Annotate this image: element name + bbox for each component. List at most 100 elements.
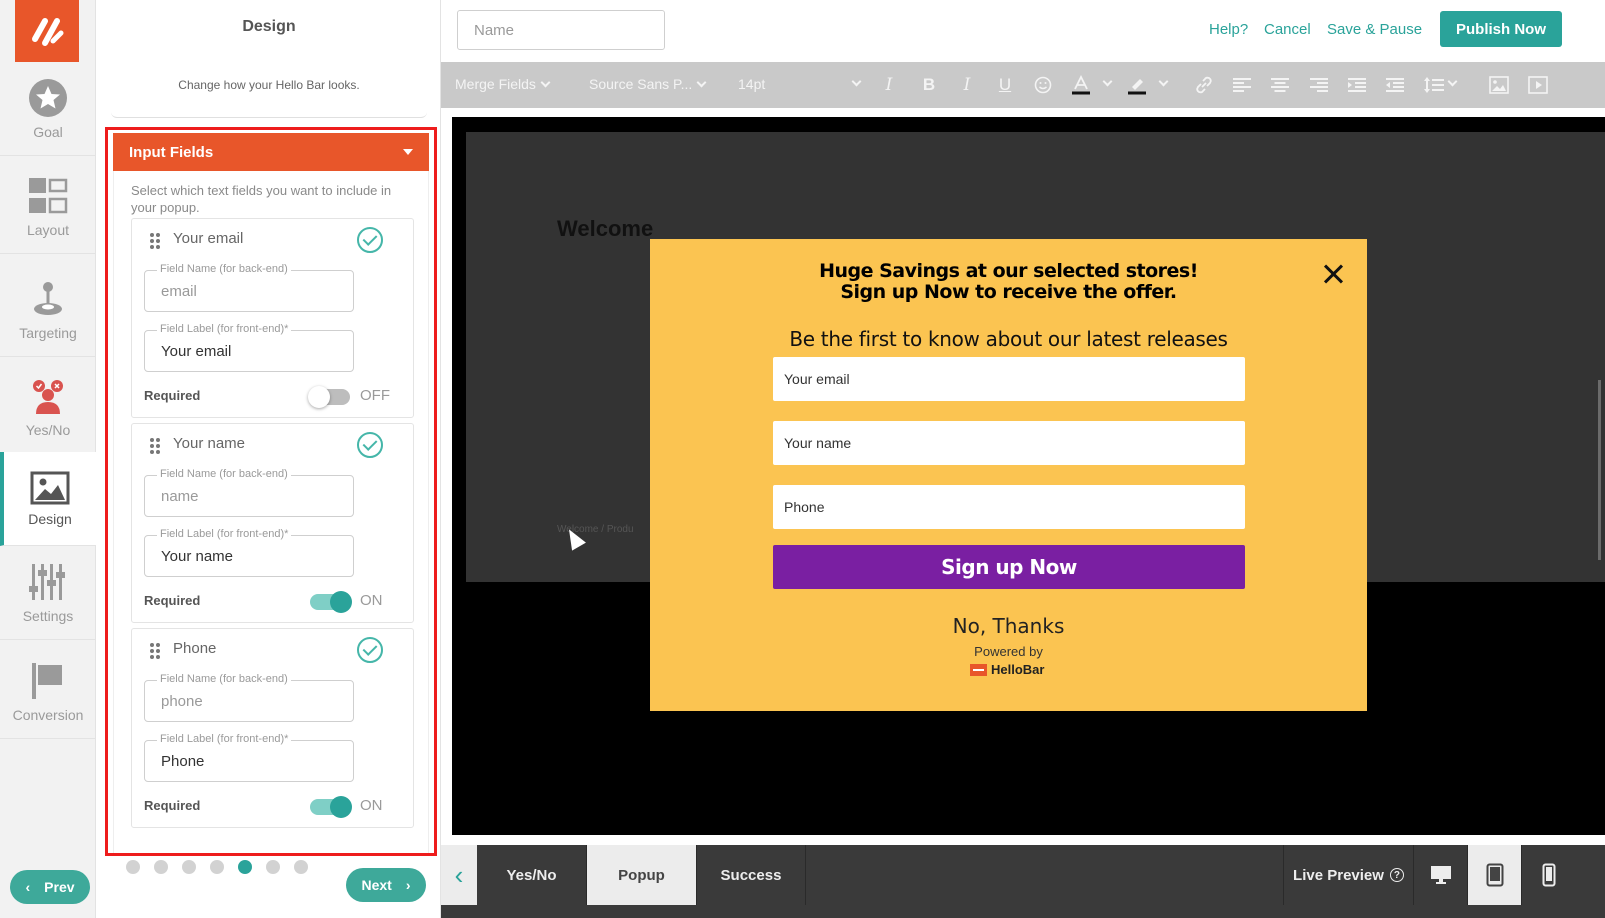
- step-dot[interactable]: [266, 860, 280, 874]
- popup-email-field[interactable]: Your email: [773, 357, 1245, 401]
- tablet-view-button[interactable]: [1468, 845, 1522, 905]
- panel-title: Design: [242, 18, 296, 35]
- insert-image-icon[interactable]: [1489, 75, 1509, 95]
- nav-item-yes-no[interactable]: Yes/No: [0, 360, 96, 454]
- tab-success[interactable]: Success: [697, 845, 806, 905]
- signup-button[interactable]: Sign up Now: [773, 545, 1245, 589]
- field-name-caption: Field Name (for back-end): [157, 468, 291, 480]
- field-name-input[interactable]: Field Name (for back-end) name: [144, 468, 354, 517]
- text-color-icon[interactable]: [1071, 75, 1091, 95]
- chevron-down-icon[interactable]: [851, 76, 862, 87]
- drag-handle-icon[interactable]: [150, 233, 160, 249]
- chevron-down-icon[interactable]: [1447, 76, 1458, 87]
- chevron-down-icon[interactable]: [1158, 76, 1169, 87]
- font-family-dropdown[interactable]: Source Sans P...: [589, 76, 707, 92]
- canvas-scrollbar[interactable]: [1598, 380, 1601, 560]
- field-card-name: Your name Field Name (for back-end) name…: [131, 423, 414, 623]
- align-center-icon[interactable]: [1270, 75, 1290, 95]
- popup-subheadline[interactable]: Be the first to know about our latest re…: [650, 327, 1367, 351]
- desktop-view-button[interactable]: [1414, 845, 1468, 905]
- field-label-value: Phone: [161, 753, 205, 770]
- emoji-icon[interactable]: [1033, 75, 1053, 95]
- outdent-icon[interactable]: [1385, 75, 1405, 95]
- publish-now-button[interactable]: Publish Now: [1440, 11, 1562, 47]
- close-icon[interactable]: [1322, 263, 1344, 285]
- field-label-input[interactable]: Field Label (for front-end)* Phone: [144, 733, 354, 782]
- merge-fields-dropdown[interactable]: Merge Fields: [455, 76, 551, 92]
- link-icon[interactable]: [1194, 75, 1214, 95]
- panel-subtitle: Change how your Hello Bar looks.: [178, 78, 360, 92]
- popup-name-field[interactable]: Your name: [773, 421, 1245, 465]
- help-link[interactable]: Help?: [1209, 21, 1248, 38]
- cancel-link[interactable]: Cancel: [1264, 21, 1311, 38]
- hellobar-branding[interactable]: HelloBar: [970, 662, 1044, 677]
- drag-handle-icon[interactable]: [150, 438, 160, 454]
- nav-item-layout[interactable]: Layout: [0, 160, 96, 254]
- required-label: Required: [144, 593, 201, 608]
- campaign-name-input[interactable]: [457, 10, 665, 50]
- input-fields-section-header[interactable]: Input Fields: [113, 133, 429, 171]
- bold-icon[interactable]: B: [919, 75, 939, 95]
- app-logo[interactable]: [15, 0, 79, 62]
- hellobar-brand-name: HelloBar: [991, 662, 1045, 677]
- live-preview-button[interactable]: Live Preview ?: [1283, 845, 1414, 905]
- nav-item-goal[interactable]: Goal: [0, 62, 96, 156]
- left-nav: Goal Layout Targeting Yes/No Design Sett…: [0, 0, 96, 918]
- field-label-value: Your email: [161, 343, 232, 360]
- highlight-color-icon[interactable]: [1127, 75, 1147, 95]
- field-name-input[interactable]: Field Name (for back-end) email: [144, 263, 354, 312]
- underline-icon[interactable]: U: [995, 75, 1015, 95]
- mobile-view-button[interactable]: [1522, 845, 1576, 905]
- drag-handle-icon[interactable]: [150, 643, 160, 659]
- clear-format-icon[interactable]: I: [879, 75, 899, 95]
- chevron-down-icon[interactable]: [1102, 76, 1113, 87]
- align-left-icon[interactable]: [1232, 75, 1252, 95]
- nav-item-conversion[interactable]: Conversion: [0, 645, 96, 739]
- popup-preview[interactable]: Huge Savings at our selected stores! Sig…: [650, 239, 1367, 711]
- powered-by-text: Powered by: [974, 644, 1043, 659]
- field-name-input[interactable]: Field Name (for back-end) phone: [144, 673, 354, 722]
- field-name-value: email: [161, 283, 197, 300]
- tab-popup[interactable]: Popup: [587, 845, 697, 905]
- required-toggle[interactable]: [310, 796, 352, 818]
- line-height-icon[interactable]: [1424, 75, 1444, 95]
- no-thanks-link[interactable]: No, Thanks: [650, 614, 1367, 638]
- prev-button[interactable]: ‹ Prev: [10, 870, 90, 904]
- indent-icon[interactable]: [1347, 75, 1367, 95]
- field-label-input[interactable]: Field Label (for front-end)* Your name: [144, 528, 354, 577]
- popup-headline[interactable]: Huge Savings at our selected stores! Sig…: [650, 261, 1367, 303]
- chevron-right-icon: ›: [405, 877, 411, 893]
- nav-item-targeting[interactable]: Targeting: [0, 263, 96, 357]
- nav-item-settings[interactable]: Settings: [0, 546, 96, 640]
- insert-video-icon[interactable]: [1528, 75, 1548, 95]
- required-label: Required: [144, 388, 201, 403]
- next-label: Next: [361, 877, 392, 893]
- font-size-dropdown[interactable]: 14pt: [738, 76, 765, 92]
- field-card-header: Your email: [132, 219, 413, 259]
- field-label-input[interactable]: Field Label (for front-end)* Your email: [144, 323, 354, 372]
- step-dot[interactable]: [210, 860, 224, 874]
- italic-icon[interactable]: I: [957, 75, 977, 95]
- step-dot-active[interactable]: [238, 860, 252, 874]
- step-dot[interactable]: [182, 860, 196, 874]
- check-circle-icon[interactable]: [357, 637, 383, 663]
- required-toggle[interactable]: [308, 386, 350, 408]
- popup-phone-field[interactable]: Phone: [773, 485, 1245, 529]
- collapse-chevron-left-icon[interactable]: ‹: [441, 845, 477, 905]
- step-dot[interactable]: [126, 860, 140, 874]
- section-description: Select which text fields you want to inc…: [131, 183, 392, 215]
- nav-item-design[interactable]: Design: [0, 452, 96, 546]
- tab-yes-no[interactable]: Yes/No: [477, 845, 587, 905]
- field-card-header: Your name: [132, 424, 413, 464]
- step-dot[interactable]: [154, 860, 168, 874]
- align-right-icon[interactable]: [1309, 75, 1329, 95]
- required-toggle[interactable]: [310, 591, 352, 613]
- field-card-header: Phone: [132, 629, 413, 669]
- desktop-icon: [1430, 866, 1451, 884]
- step-dot[interactable]: [294, 860, 308, 874]
- next-button[interactable]: Next ›: [346, 868, 426, 902]
- save-pause-link[interactable]: Save & Pause: [1327, 21, 1422, 38]
- check-circle-icon[interactable]: [357, 227, 383, 253]
- check-circle-icon[interactable]: [357, 432, 383, 458]
- live-preview-label: Live Preview: [1293, 866, 1384, 884]
